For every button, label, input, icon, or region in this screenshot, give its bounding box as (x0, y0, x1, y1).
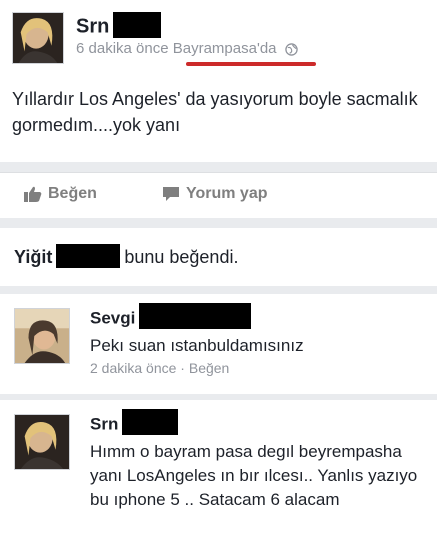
likes-text: bunu beğendi. (124, 246, 239, 267)
globe-icon (284, 42, 298, 56)
comment-text: Pekı suan ıstanbuldamısınız (90, 336, 304, 355)
post-action-bar: Beğen Yorum yap (0, 172, 437, 218)
post-author-name[interactable]: Srn (76, 12, 162, 40)
post-card: Srn 6 dakika önce Bayrampasa'da Yıllardı… (0, 0, 437, 162)
like-label: Beğen (48, 185, 97, 202)
post-location[interactable]: Bayrampasa'da (173, 40, 277, 57)
comment-time[interactable]: 2 dakika önce (90, 360, 176, 376)
comment-button[interactable]: Yorum yap (162, 185, 268, 203)
redaction-bar (113, 12, 162, 38)
comment-item: Sevgi Pekı suan ıstanbuldamısınız 2 daki… (0, 294, 437, 394)
comment-meta: 2 dakika önce · Beğen (90, 360, 229, 376)
redaction-bar (139, 303, 252, 329)
red-underline-annotation (186, 62, 316, 66)
liker-name[interactable]: Yiğit (14, 247, 52, 267)
commenter-name[interactable]: Srn (90, 409, 179, 438)
post-time[interactable]: 6 dakika önce (76, 40, 169, 57)
comment-item: Srn Hımm o bayram pasa degıl beyrempasha… (0, 400, 437, 540)
commenter-name[interactable]: Sevgi (90, 303, 252, 332)
comment-like-link[interactable]: Beğen (189, 360, 229, 376)
likes-summary: Yiğit bunu beğendi. (0, 228, 437, 286)
comment-icon (163, 186, 179, 201)
comment-text: Hımm o bayram pasa degıl beyrempasha yan… (90, 442, 418, 509)
commenter-avatar[interactable] (14, 308, 70, 364)
commenter-avatar[interactable] (14, 414, 70, 470)
post-author-avatar[interactable] (12, 12, 64, 64)
comment-label: Yorum yap (186, 185, 268, 202)
like-button[interactable]: Beğen (24, 185, 97, 203)
thumbs-up-icon (24, 186, 42, 202)
post-text: Yıllardır Los Angeles' da yasıyorum boyl… (12, 89, 418, 135)
meta-separator: · (180, 360, 185, 376)
redaction-bar (122, 409, 179, 435)
post-meta: 6 dakika önce Bayrampasa'da (76, 40, 298, 57)
redaction-bar (56, 244, 121, 268)
